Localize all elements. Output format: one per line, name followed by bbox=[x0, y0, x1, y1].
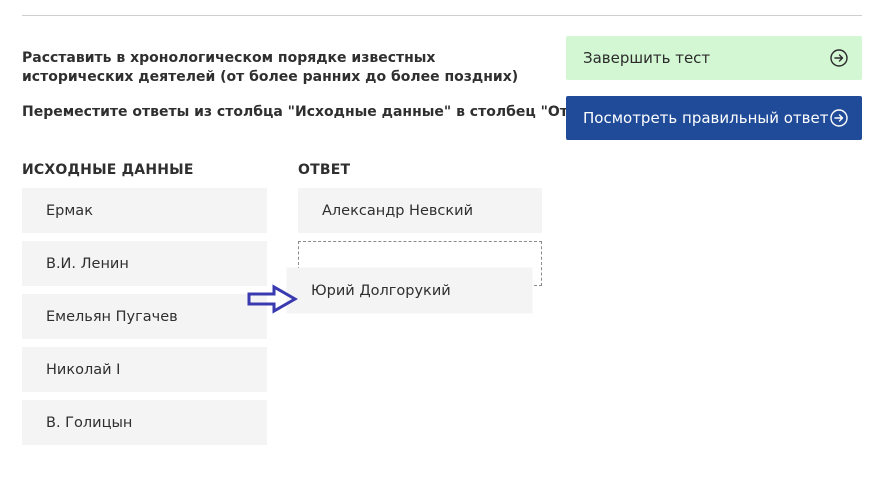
instruction-text: Переместите ответы из столбца "Исходные … bbox=[22, 104, 602, 120]
arrow-circle-right-icon bbox=[830, 49, 848, 67]
source-item[interactable]: Ермак bbox=[22, 188, 267, 233]
finish-test-button[interactable]: Завершить тест bbox=[566, 36, 862, 80]
show-answer-button[interactable]: Посмотреть правильный ответ bbox=[566, 96, 862, 140]
source-item[interactable]: Николай I bbox=[22, 347, 267, 392]
arrow-circle-right-icon bbox=[830, 109, 848, 127]
answer-column-header: ОТВЕТ bbox=[298, 162, 351, 178]
top-divider bbox=[22, 15, 862, 16]
test-page: Расставить в хронологическом порядке изв… bbox=[0, 0, 880, 478]
source-column-header: ИСХОДНЫЕ ДАННЫЕ bbox=[22, 162, 194, 178]
source-item[interactable]: Емельян Пугачев bbox=[22, 294, 267, 339]
source-item[interactable]: В.И. Ленин bbox=[22, 241, 267, 286]
question-text: Расставить в хронологическом порядке изв… bbox=[22, 50, 519, 85]
finish-test-label: Завершить тест bbox=[583, 49, 711, 67]
show-answer-label: Посмотреть правильный ответ bbox=[583, 109, 829, 127]
dragging-item[interactable]: Юрий Долгорукий bbox=[287, 268, 532, 313]
source-item[interactable]: В. Голицын bbox=[22, 400, 267, 445]
answer-item[interactable]: Александр Невский bbox=[298, 188, 542, 233]
drag-arrow-icon bbox=[247, 284, 298, 314]
